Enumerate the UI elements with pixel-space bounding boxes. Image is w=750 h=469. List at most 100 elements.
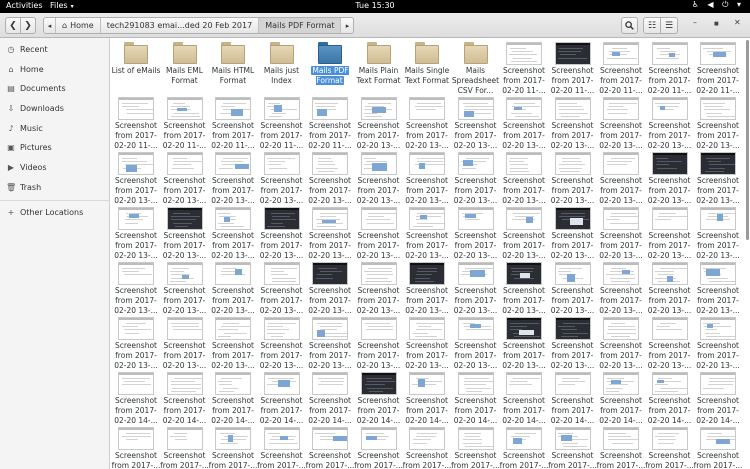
folder-item[interactable]: Mails HTML Format [209,39,257,94]
file-item[interactable]: Screenshot from 2017-02-20 13-... [209,149,257,205]
file-item[interactable]: Screenshot from 2017-02-20 13-... [112,149,160,205]
file-item[interactable]: Screenshot from 2017-02-20 13-... [500,149,548,205]
file-item[interactable]: Screenshot from 2017-02-20 13-... [403,314,451,370]
sidebar-item-recent[interactable]: ◷ Recent [0,40,110,59]
file-item[interactable]: Screenshot from 2017-02-20 13-... [306,314,354,370]
file-item[interactable]: Screenshot from 2017-02-20 13-... [403,149,451,205]
file-item[interactable]: Screenshot from 2017-02-20 13-... [500,204,548,260]
minimize-button[interactable]: – [693,18,697,27]
file-item[interactable]: Screenshot from 2017-02-20 11-... [549,39,597,95]
file-item[interactable]: Screenshot from 2017-02-20 14-... [403,369,451,425]
file-item[interactable]: Screenshot from 2017-02-20 13-... [452,314,500,370]
file-item[interactable]: Screenshot from 2017-02-20 13-... [549,149,597,205]
file-item[interactable]: Screenshot from 2017-... [403,424,451,469]
file-item[interactable]: Screenshot from 2017-02-20 13-... [112,259,160,315]
file-item[interactable]: Screenshot from 2017-02-20 13-... [500,259,548,315]
file-item[interactable]: Screenshot from 2017-02-20 11-... [500,39,548,95]
file-item[interactable]: Screenshot from 2017-02-20 13-... [694,204,742,260]
file-item[interactable]: Screenshot from 2017-02-20 14-... [597,369,645,425]
file-item[interactable]: Screenshot from 2017-02-20 14-... [209,369,257,425]
sidebar-item-downloads[interactable]: ⇩ Downloads [0,99,110,118]
maximize-button[interactable]: ■ [714,21,719,27]
file-item[interactable]: Screenshot from 2017-02-20 13-... [597,204,645,260]
folder-item[interactable]: Mails EML Format [161,39,209,94]
file-item[interactable]: Screenshot from 2017-02-20 11-... [694,39,742,95]
file-item[interactable]: Screenshot from 2017-... [354,424,403,469]
file-item[interactable]: Screenshot from 2017-02-20 14-... [112,369,160,425]
file-item[interactable]: Screenshot from 2017-02-20 11-... [209,94,257,150]
file-item[interactable]: Screenshot from 2017-02-20 13-... [646,314,694,370]
breadcrumb-scroll-left[interactable]: ◂ [44,18,56,33]
file-item[interactable]: Screenshot from 2017-02-20 13-... [500,314,548,370]
folder-item[interactable]: Mails Single Text Format [403,39,451,94]
sidebar-item-other-locations[interactable]: + Other Locations [0,203,110,222]
file-item[interactable]: Screenshot from 2017-02-20 13-... [258,314,306,370]
breadcrumb-current[interactable]: Mails PDF Format [259,18,342,33]
file-item[interactable]: Screenshot from 2017-02-20 13-... [597,149,645,205]
file-item[interactable]: Screenshot from 2017-02-20 13-... [306,149,354,205]
file-item[interactable]: Screenshot from 2017-02-20 11-... [112,94,160,150]
file-item[interactable]: Screenshot from 2017-02-20 14-... [694,369,742,425]
folder-item[interactable]: Mails Spreadsheet CSV For... [452,39,500,95]
sidebar-item-videos[interactable]: ▶ Videos [0,158,110,177]
file-item[interactable]: Screenshot from 2017-02-20 13-... [646,94,694,150]
file-item[interactable]: Screenshot from 2017-02-20 13-... [161,204,209,260]
view-toggle-button[interactable]: ☷ [643,17,661,34]
file-item[interactable]: Screenshot from 2017-02-20 13-... [403,204,451,260]
breadcrumb-folder[interactable]: tech291083 emai...ded 20 Feb 2017 [101,18,260,33]
file-item[interactable]: Screenshot from 2017-02-20 13-... [452,149,500,205]
file-item[interactable]: Screenshot from 2017-02-20 13-... [452,259,500,315]
file-item[interactable]: Screenshot from 2017-02-20 13-... [209,314,257,370]
file-item[interactable]: Screenshot from 2017-... [112,424,160,469]
file-item[interactable]: Screenshot from 2017-02-20 13-... [161,259,209,315]
sidebar-item-pictures[interactable]: ▣ Pictures [0,138,110,157]
file-item[interactable]: Screenshot from 2017-02-20 13-... [549,94,597,150]
forward-button[interactable]: ❯ [20,17,36,34]
system-status-icons[interactable]: ♿ ◀ ⏻ ▾ [692,0,744,10]
file-item[interactable]: Screenshot from 2017-02-20 13-... [549,204,597,260]
folder-item[interactable]: Mails PDF Format [306,39,354,94]
menu-button[interactable]: ☰ [660,17,678,34]
file-item[interactable]: Screenshot from 2017-02-20 11-... [597,39,645,95]
file-item[interactable]: Screenshot from 2017-02-20 13-... [306,259,354,315]
clock[interactable]: Tue 15:30 [0,1,750,10]
file-item[interactable]: Screenshot from 2017-... [597,424,645,469]
file-item[interactable]: Screenshot from 2017-02-20 13-... [355,94,403,150]
file-item[interactable]: Screenshot from 2017-02-20 13-... [161,314,209,370]
file-item[interactable]: Screenshot from 2017-02-20 11-... [646,39,694,95]
file-item[interactable]: Screenshot from 2017-02-20 11-... [258,94,306,150]
file-item[interactable]: Screenshot from 2017-02-20 13-... [452,94,500,150]
file-item[interactable]: Screenshot from 2017-02-20 13-... [112,204,160,260]
file-item[interactable]: Screenshot from 2017-02-20 13-... [355,204,403,260]
file-item[interactable]: Screenshot from 2017-02-20 13-... [646,204,694,260]
sidebar-item-trash[interactable]: 🗑 Trash [0,178,110,197]
file-item[interactable]: Screenshot from 2017-... [306,424,354,469]
file-item[interactable]: Screenshot from 2017-02-20 13-... [403,259,451,315]
file-item[interactable]: Screenshot from 2017-02-20 13-... [112,314,160,370]
file-item[interactable]: Screenshot from 2017-... [209,424,257,469]
file-item[interactable]: Screenshot from 2017-02-20 13-... [258,204,306,260]
file-item[interactable]: Screenshot from 2017-02-20 13-... [597,259,645,315]
folder-item[interactable]: Mails Plain Text Format [355,39,403,94]
file-item[interactable]: Screenshot from 2017-... [500,424,548,469]
file-item[interactable]: Screenshot from 2017-... [548,424,597,469]
file-item[interactable]: Screenshot from 2017-02-20 13-... [355,149,403,205]
search-button[interactable] [621,17,638,34]
sidebar-item-music[interactable]: ♪ Music [0,119,110,138]
file-item[interactable]: Screenshot from 2017-02-20 13-... [597,314,645,370]
breadcrumb-home[interactable]: ⌂ Home [56,18,101,33]
file-item[interactable]: Screenshot from 2017-02-20 14-... [258,369,306,425]
file-item[interactable]: Screenshot from 2017-02-20 13-... [209,204,257,260]
file-item[interactable]: Screenshot from 2017-02-20 13-... [646,259,694,315]
back-button[interactable]: ❮ [5,17,21,34]
file-item[interactable]: Screenshot from 2017-02-20 13-... [209,259,257,315]
file-item[interactable]: Screenshot from 2017-02-20 14-... [549,369,597,425]
file-item[interactable]: Screenshot from 2017-02-20 14-... [306,369,354,425]
file-item[interactable]: Screenshot from 2017-02-20 13-... [694,259,742,315]
file-item[interactable]: Screenshot from 2017-... [451,424,500,469]
file-item[interactable]: Screenshot from 2017-02-20 13-... [258,259,306,315]
close-button[interactable]: ✕ [734,18,741,27]
file-item[interactable]: Screenshot from 2017-02-20 14-... [646,369,694,425]
file-item[interactable]: Screenshot from 2017-02-20 13-... [355,314,403,370]
file-item[interactable]: Screenshot from 2017-02-20 11-... [306,94,354,150]
